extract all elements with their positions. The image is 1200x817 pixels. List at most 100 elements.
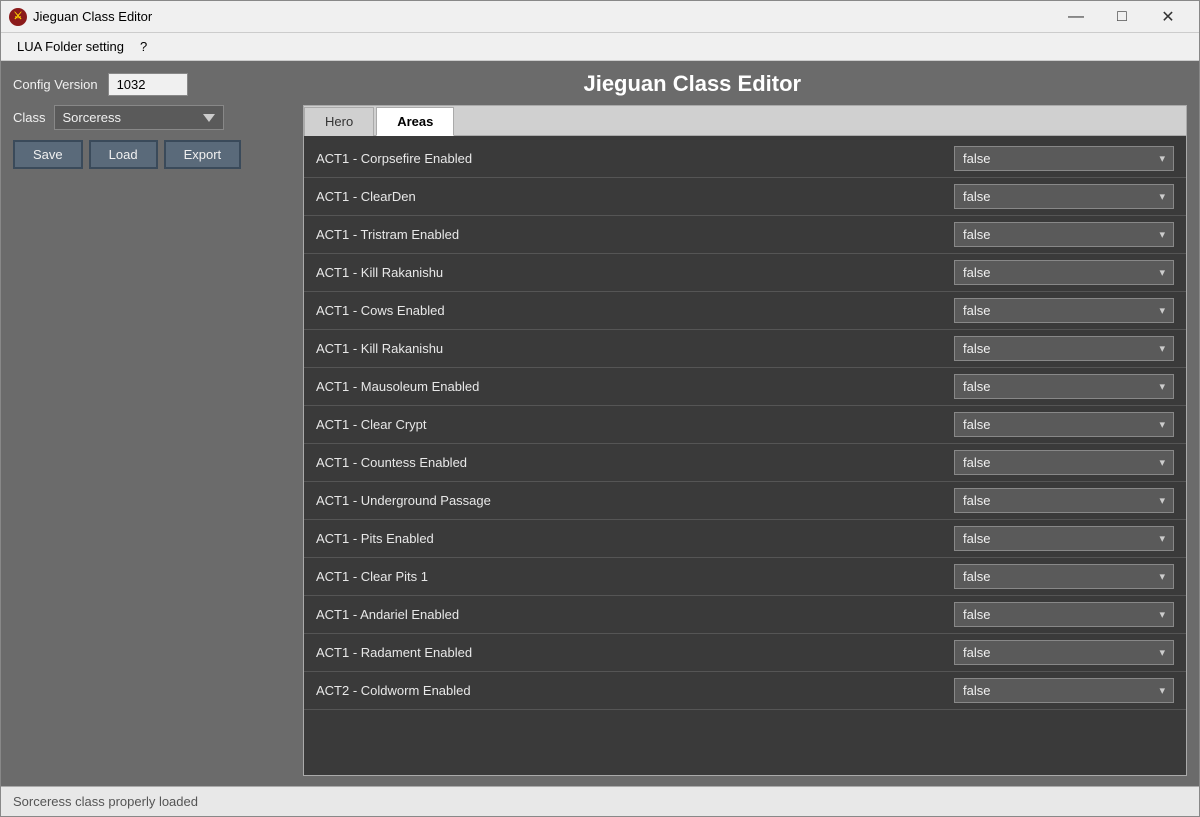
- status-text: Sorceress class properly loaded: [13, 794, 198, 809]
- chevron-down-icon: ▾: [1151, 228, 1173, 241]
- area-row: ACT1 - Kill Rakanishufalsetrue▾: [304, 254, 1186, 292]
- chevron-down-icon: ▾: [1151, 304, 1173, 317]
- area-value-select[interactable]: falsetrue: [955, 299, 1151, 322]
- tabs: Hero Areas: [304, 106, 1186, 135]
- chevron-down-icon: ▾: [1151, 190, 1173, 203]
- area-value-select[interactable]: falsetrue: [955, 261, 1151, 284]
- load-button[interactable]: Load: [89, 140, 158, 169]
- chevron-down-icon: ▾: [1151, 684, 1173, 697]
- area-value-select[interactable]: falsetrue: [955, 147, 1151, 170]
- area-value-select[interactable]: falsetrue: [955, 527, 1151, 550]
- area-select-wrapper: falsetrue▾: [954, 336, 1174, 361]
- area-select-wrapper: falsetrue▾: [954, 222, 1174, 247]
- area-row-name: ACT1 - ClearDen: [316, 189, 954, 204]
- class-select[interactable]: SorceressAmazonNecromancerPaladinBarbari…: [54, 105, 224, 130]
- chevron-down-icon: ▾: [1151, 646, 1173, 659]
- config-version-input[interactable]: [108, 73, 188, 96]
- area-select-wrapper: falsetrue▾: [954, 184, 1174, 209]
- chevron-down-icon: ▾: [1151, 608, 1173, 621]
- area-row-name: ACT1 - Corpsefire Enabled: [316, 151, 954, 166]
- menu-bar: LUA Folder setting ?: [1, 33, 1199, 61]
- tab-areas[interactable]: Areas: [376, 107, 454, 136]
- areas-list: ACT1 - Corpsefire Enabledfalsetrue▾ACT1 …: [304, 136, 1186, 775]
- class-row: Class SorceressAmazonNecromancerPaladinB…: [13, 105, 303, 130]
- close-button[interactable]: ✕: [1145, 1, 1191, 33]
- area-row-name: ACT1 - Kill Rakanishu: [316, 265, 954, 280]
- area-value-select[interactable]: falsetrue: [955, 489, 1151, 512]
- area-row: ACT1 - Countess Enabledfalsetrue▾: [304, 444, 1186, 482]
- area-row-name: ACT1 - Underground Passage: [316, 493, 954, 508]
- area-row-name: ACT1 - Kill Rakanishu: [316, 341, 954, 356]
- editor-panel: Hero Areas ACT1 - Corpsefire Enabledfals…: [303, 105, 1187, 776]
- menu-item-help[interactable]: ?: [132, 35, 155, 58]
- area-row-name: ACT1 - Clear Pits 1: [316, 569, 954, 584]
- area-value-select[interactable]: falsetrue: [955, 185, 1151, 208]
- area-value-select[interactable]: falsetrue: [955, 641, 1151, 664]
- main-window: ⚔ Jieguan Class Editor — □ ✕ LUA Folder …: [0, 0, 1200, 817]
- menu-item-lua-folder[interactable]: LUA Folder setting: [9, 35, 132, 58]
- area-select-wrapper: falsetrue▾: [954, 412, 1174, 437]
- title-bar-controls: — □ ✕: [1053, 1, 1191, 33]
- chevron-down-icon: ▾: [1151, 342, 1173, 355]
- area-value-select[interactable]: falsetrue: [955, 451, 1151, 474]
- area-select-wrapper: falsetrue▾: [954, 298, 1174, 323]
- area-select-wrapper: falsetrue▾: [954, 146, 1174, 171]
- area-row: ACT1 - Pits Enabledfalsetrue▾: [304, 520, 1186, 558]
- area-row: ACT1 - Andariel Enabledfalsetrue▾: [304, 596, 1186, 634]
- area-row-name: ACT1 - Clear Crypt: [316, 417, 954, 432]
- area-row-name: ACT1 - Tristram Enabled: [316, 227, 954, 242]
- area-value-select[interactable]: falsetrue: [955, 223, 1151, 246]
- area-row: ACT1 - Corpsefire Enabledfalsetrue▾: [304, 140, 1186, 178]
- config-row: Config Version Jieguan Class Editor: [13, 71, 1187, 97]
- area-row-name: ACT1 - Pits Enabled: [316, 531, 954, 546]
- chevron-down-icon: ▾: [1151, 570, 1173, 583]
- area-row: ACT1 - Cows Enabledfalsetrue▾: [304, 292, 1186, 330]
- main-content: Config Version Jieguan Class Editor Clas…: [1, 61, 1199, 786]
- right-panel: Hero Areas ACT1 - Corpsefire Enabledfals…: [303, 105, 1187, 776]
- area-value-select[interactable]: falsetrue: [955, 375, 1151, 398]
- area-row: ACT1 - Clear Cryptfalsetrue▾: [304, 406, 1186, 444]
- area-row: ACT1 - Underground Passagefalsetrue▾: [304, 482, 1186, 520]
- area-row-name: ACT2 - Coldworm Enabled: [316, 683, 954, 698]
- config-version-label: Config Version: [13, 77, 98, 92]
- app-title: Jieguan Class Editor: [198, 71, 1187, 97]
- area-value-select[interactable]: falsetrue: [955, 603, 1151, 626]
- area-row-name: ACT1 - Andariel Enabled: [316, 607, 954, 622]
- area-row-name: ACT1 - Radament Enabled: [316, 645, 954, 660]
- area-value-select[interactable]: falsetrue: [955, 565, 1151, 588]
- area-row: ACT1 - ClearDenfalsetrue▾: [304, 178, 1186, 216]
- class-label: Class: [13, 110, 46, 125]
- save-button[interactable]: Save: [13, 140, 83, 169]
- area-row: ACT1 - Radament Enabledfalsetrue▾: [304, 634, 1186, 672]
- area-row: ACT2 - Coldworm Enabledfalsetrue▾: [304, 672, 1186, 710]
- area-select-wrapper: falsetrue▾: [954, 260, 1174, 285]
- area-select-wrapper: falsetrue▾: [954, 374, 1174, 399]
- area-value-select[interactable]: falsetrue: [955, 679, 1151, 702]
- chevron-down-icon: ▾: [1151, 380, 1173, 393]
- area-select-wrapper: falsetrue▾: [954, 488, 1174, 513]
- content-layout: Class SorceressAmazonNecromancerPaladinB…: [13, 105, 1187, 776]
- area-value-select[interactable]: falsetrue: [955, 413, 1151, 436]
- chevron-down-icon: ▾: [1151, 456, 1173, 469]
- minimize-button[interactable]: —: [1053, 1, 1099, 33]
- title-bar: ⚔ Jieguan Class Editor — □ ✕: [1, 1, 1199, 33]
- tab-content-areas: ACT1 - Corpsefire Enabledfalsetrue▾ACT1 …: [304, 135, 1186, 775]
- action-buttons: Save Load Export: [13, 140, 303, 169]
- tab-hero[interactable]: Hero: [304, 107, 374, 136]
- app-icon: ⚔: [9, 8, 27, 26]
- area-value-select[interactable]: falsetrue: [955, 337, 1151, 360]
- chevron-down-icon: ▾: [1151, 494, 1173, 507]
- area-select-wrapper: falsetrue▾: [954, 450, 1174, 475]
- chevron-down-icon: ▾: [1151, 152, 1173, 165]
- export-button[interactable]: Export: [164, 140, 242, 169]
- area-select-wrapper: falsetrue▾: [954, 640, 1174, 665]
- chevron-down-icon: ▾: [1151, 266, 1173, 279]
- maximize-button[interactable]: □: [1099, 1, 1145, 33]
- area-row-name: ACT1 - Cows Enabled: [316, 303, 954, 318]
- area-select-wrapper: falsetrue▾: [954, 602, 1174, 627]
- status-bar: Sorceress class properly loaded: [1, 786, 1199, 816]
- area-row-name: ACT1 - Countess Enabled: [316, 455, 954, 470]
- area-select-wrapper: falsetrue▾: [954, 526, 1174, 551]
- chevron-down-icon: ▾: [1151, 418, 1173, 431]
- area-row: ACT1 - Kill Rakanishufalsetrue▾: [304, 330, 1186, 368]
